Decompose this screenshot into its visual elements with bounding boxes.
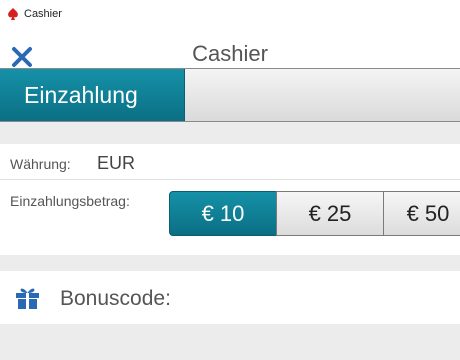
deposit-amount-row: Einzahlungsbetrag: € 10 € 25 € 50 [0, 181, 460, 255]
amount-button-10[interactable]: € 10 [169, 191, 277, 236]
currency-row: Währung: EUR [0, 144, 460, 180]
currency-label: Währung: [10, 156, 71, 172]
deposit-amount-label: Einzahlungsbetrag: [10, 193, 130, 209]
section-divider [0, 255, 460, 271]
bonus-code-label: Bonuscode: [60, 287, 171, 310]
cashier-header: Cashier [0, 30, 460, 68]
amount-button-50[interactable]: € 50 [383, 191, 460, 236]
currency-value: EUR [97, 153, 136, 173]
spade-app-icon [8, 8, 18, 20]
amount-button-25[interactable]: € 25 [276, 191, 384, 236]
window-titlebar: Cashier [0, 0, 460, 30]
footer-area [0, 324, 460, 360]
page-title: Cashier [192, 41, 268, 66]
section-divider [0, 122, 460, 144]
tab-bar: Einzahlung [0, 68, 460, 122]
gift-icon [16, 288, 39, 309]
tab-einzahlung[interactable]: Einzahlung [0, 69, 185, 121]
window-title: Cashier [24, 8, 62, 20]
tab-secondary[interactable] [185, 69, 460, 121]
bonus-code-row[interactable]: Bonuscode: [0, 271, 460, 324]
